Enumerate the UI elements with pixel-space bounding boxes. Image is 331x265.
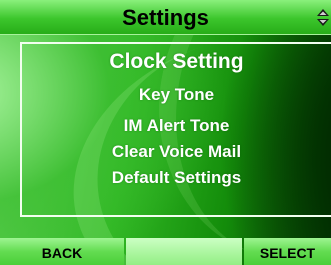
middle-softkey	[126, 238, 242, 265]
softkey-bar: BACK SELECT	[0, 238, 331, 265]
up-down-arrows-icon	[317, 9, 329, 26]
menu-item-im-alert-tone[interactable]: IM Alert Tone	[22, 116, 331, 136]
menu-item-clear-voice-mail[interactable]: Clear Voice Mail	[22, 142, 331, 162]
menu-item-key-tone[interactable]: Key Tone	[22, 85, 331, 105]
menu-item-default-settings[interactable]: Default Settings	[22, 168, 331, 188]
phone-screen: Settings Clock Setting Key Tone IM Alert…	[0, 0, 331, 265]
menu-item-clock-setting[interactable]: Clock Setting	[22, 50, 331, 74]
page-title: Settings	[122, 5, 209, 30]
back-button[interactable]: BACK	[0, 238, 124, 265]
title-bar: Settings	[0, 0, 331, 35]
select-button[interactable]: SELECT	[244, 238, 331, 265]
settings-menu: Clock Setting Key Tone IM Alert Tone Cle…	[20, 42, 331, 217]
